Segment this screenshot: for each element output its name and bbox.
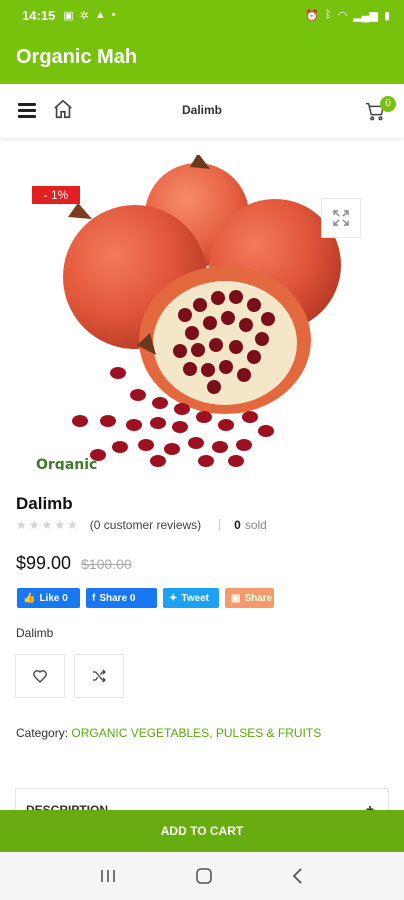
- twitter-icon: ✦: [169, 592, 178, 604]
- status-time: 14:15: [22, 7, 56, 23]
- price-current: $99.00: [16, 553, 72, 573]
- heart-icon: [33, 670, 47, 683]
- page-title: Dalimb: [181, 103, 222, 117]
- price-old: $100.00: [81, 556, 132, 572]
- facebook-icon: f: [92, 592, 96, 604]
- add-to-wishlist-button[interactable]: [15, 654, 65, 698]
- price-row: $99.00 $100.00: [16, 553, 132, 574]
- sale-badge: - 1%: [32, 186, 80, 204]
- home-button-icon[interactable]: [195, 867, 213, 885]
- category-row: Category: ORGANIC VEGETABLES, PULSES & F…: [16, 726, 321, 740]
- short-description: Dalimb: [16, 626, 54, 640]
- tweet-label: Tweet: [181, 592, 209, 604]
- add-to-cart-button[interactable]: ADD TO CART: [0, 810, 404, 852]
- share-button[interactable]: ▣ Share: [225, 588, 274, 608]
- compare-button[interactable]: [74, 654, 124, 698]
- shuffle-icon: [93, 669, 106, 683]
- status-right-icons: ⏰ ᛒ ◠ ▂▄▆ ▮: [305, 9, 390, 22]
- sold-count: 0: [234, 518, 241, 532]
- zoom-button[interactable]: [321, 198, 361, 238]
- facebook-share-label: Share 0: [99, 592, 136, 604]
- app-title: Organic Mah: [16, 45, 138, 68]
- product-name: Dalimb: [16, 494, 73, 513]
- share-icon: ▣: [231, 592, 241, 604]
- drive-icon: ▲: [94, 9, 106, 21]
- tweet-button[interactable]: ✦ Tweet: [163, 588, 219, 608]
- rating-stars: ★★★★★: [16, 518, 80, 532]
- image-icon: ▣: [63, 9, 74, 22]
- category-link[interactable]: ORGANIC VEGETABLES, PULSES & FRUITS: [71, 726, 321, 740]
- image-watermark: Organic: [36, 457, 97, 470]
- app-bar: Organic Mah: [0, 30, 404, 84]
- expand-icon: [333, 210, 349, 226]
- thumbs-up-icon: 👍: [23, 592, 36, 604]
- divider: [219, 519, 221, 531]
- share-label: Share: [244, 592, 273, 604]
- category-label: Category:: [16, 726, 69, 740]
- facebook-like-label: Like 0: [39, 592, 68, 604]
- back-icon[interactable]: [291, 867, 305, 885]
- reviews-link[interactable]: (0 customer reviews): [90, 518, 201, 532]
- nav-bar: Dalimb 0: [0, 84, 404, 138]
- facebook-share-button[interactable]: f Share 0: [86, 588, 157, 608]
- cart-count-badge: 0: [380, 96, 396, 112]
- bluetooth-icon: ᛒ: [325, 9, 332, 21]
- signal-icon: ▂▄▆: [353, 9, 378, 22]
- facebook-like-button[interactable]: 👍 Like 0: [17, 588, 80, 608]
- dot-icon: •: [111, 9, 116, 21]
- wifi-icon: ◠: [337, 9, 348, 22]
- gear-icon: ✲: [79, 9, 89, 22]
- battery-icon: ▮: [383, 9, 390, 22]
- status-left-icons: ▣ ✲ ▲ •: [63, 9, 115, 22]
- status-bar: 14:15 ▣ ✲ ▲ • ⏰ ᛒ ◠ ▂▄▆ ▮: [0, 0, 404, 30]
- rating-row: ★★★★★ (0 customer reviews) 0 sold: [16, 518, 267, 532]
- system-nav-bar: [0, 852, 404, 900]
- share-row: 👍 Like 0 f Share 0 ✦ Tweet ▣ Share: [17, 588, 274, 608]
- alarm-icon: ⏰: [305, 9, 319, 22]
- sold-label: sold: [244, 518, 267, 532]
- recent-apps-icon[interactable]: [99, 868, 117, 884]
